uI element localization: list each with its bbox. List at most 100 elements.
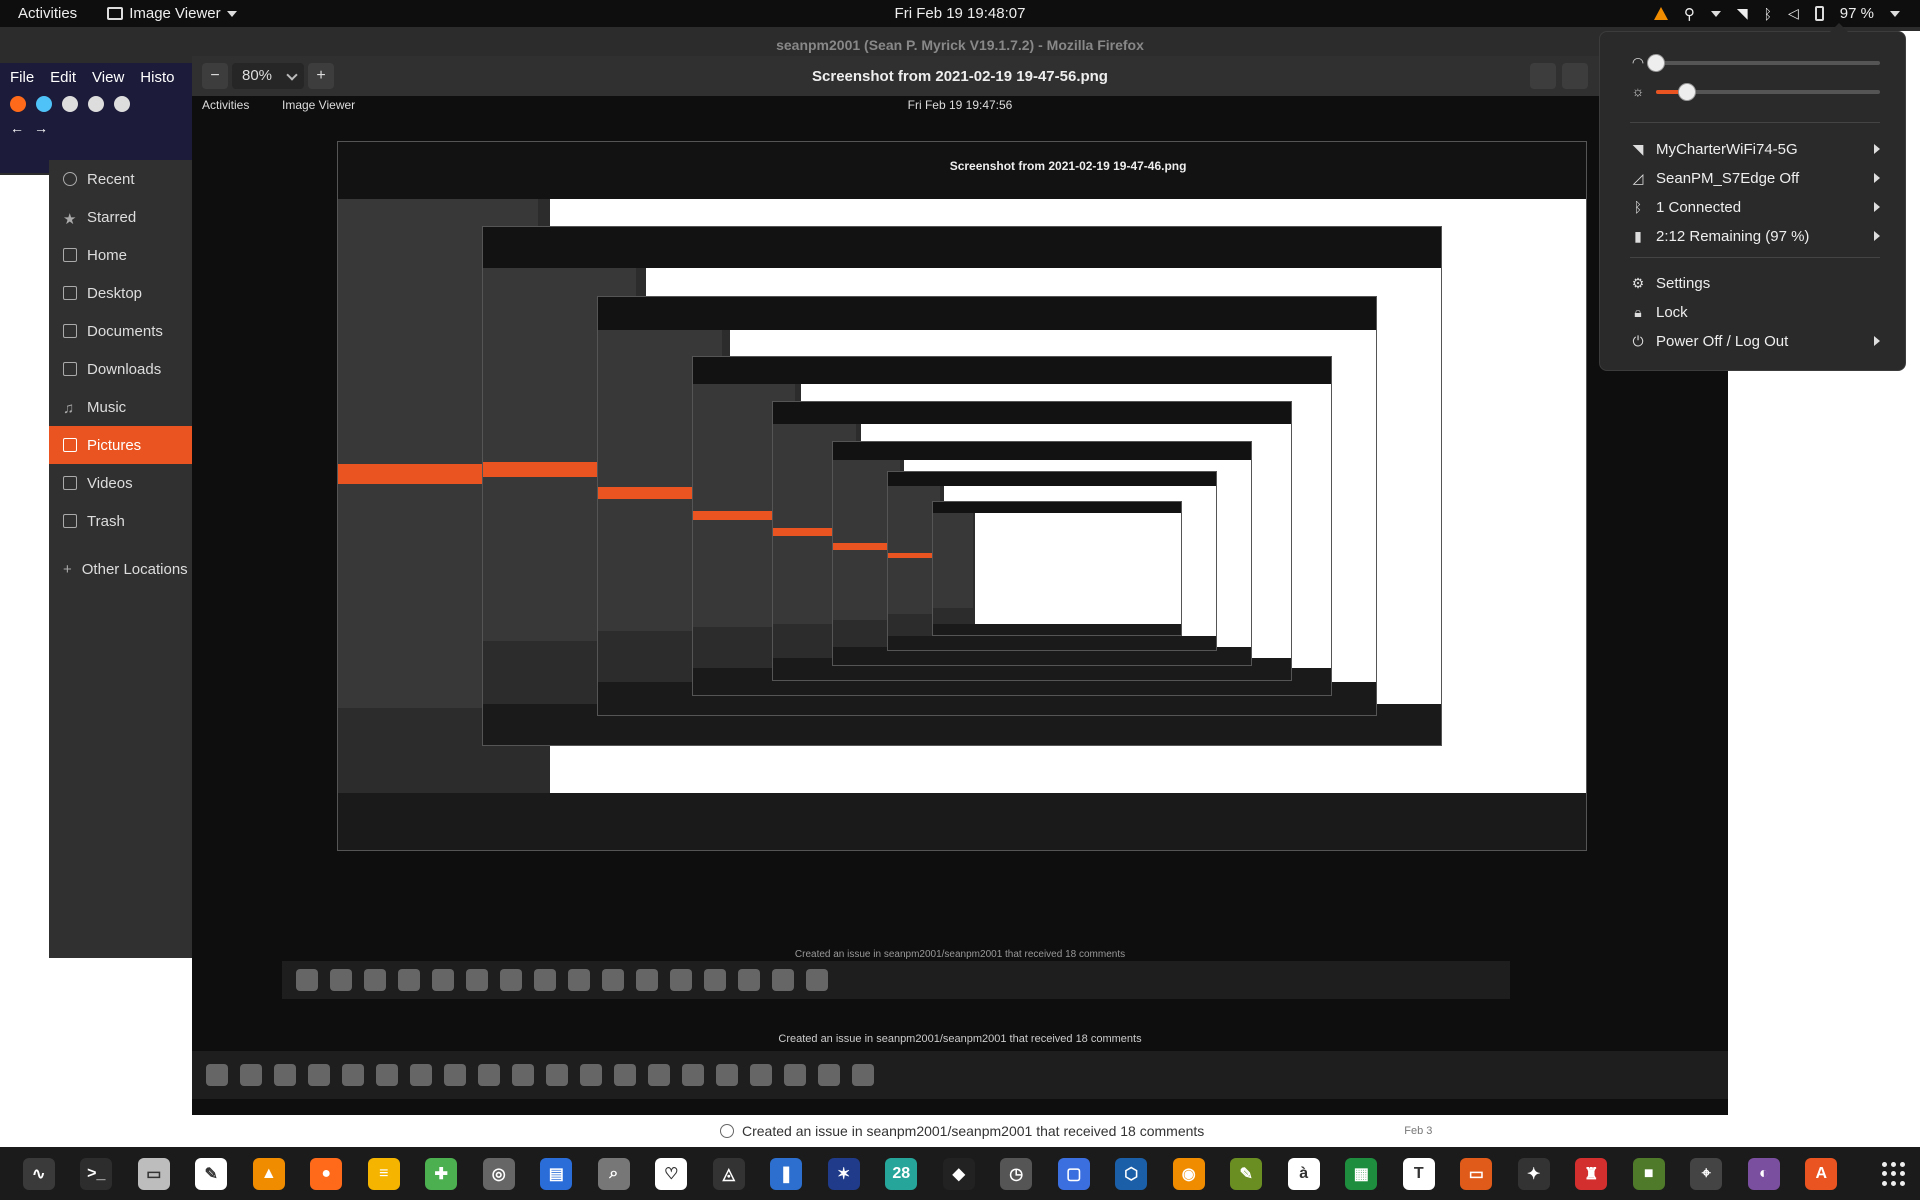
dock-item[interactable]: ♜: [1563, 1147, 1621, 1200]
bluetooth-menu-item[interactable]: ᛒ1 Connected: [1630, 194, 1880, 220]
dock-item[interactable]: ◎: [470, 1147, 528, 1200]
dock-item[interactable]: T: [1390, 1147, 1448, 1200]
dock-item[interactable]: ✶: [815, 1147, 873, 1200]
inkscape-icon: ◬: [712, 1157, 745, 1190]
dock-item[interactable]: ▲: [240, 1147, 298, 1200]
volume-slider[interactable]: ◠: [1630, 52, 1880, 72]
dock-item[interactable]: à: [1275, 1147, 1333, 1200]
wifi-menu-item[interactable]: ◥ MyCharterWiFi74-5G: [1630, 136, 1880, 162]
dock-item[interactable]: ✚: [413, 1147, 471, 1200]
menu-view[interactable]: View: [92, 69, 124, 86]
dock-item[interactable]: ⌖: [1678, 1147, 1736, 1200]
sidebar-item-trash[interactable]: Trash: [49, 502, 199, 540]
dock-item[interactable]: ♡: [643, 1147, 701, 1200]
dock-item[interactable]: ▭: [125, 1147, 183, 1200]
cloud-icon[interactable]: [36, 96, 52, 112]
dock-item[interactable]: ◆: [930, 1147, 988, 1200]
chevron-down-icon[interactable]: [1890, 10, 1900, 17]
sidebar-item-pictures[interactable]: Pictures: [49, 426, 199, 464]
dock-item[interactable]: A: [1793, 1147, 1851, 1200]
gallery-button[interactable]: [1530, 63, 1556, 89]
app-menu[interactable]: Image Viewer: [107, 5, 237, 22]
notification-text[interactable]: Created an issue in seanpm2001/seanpm200…: [742, 1123, 1204, 1139]
bookmark-icon: ❚: [770, 1157, 803, 1190]
clock[interactable]: Fri Feb 19 19:48:07: [0, 5, 1920, 22]
github-icon[interactable]: [114, 96, 130, 112]
zoom-control: − 80% +: [202, 63, 334, 89]
dock-item[interactable]: ◐: [1735, 1147, 1793, 1200]
show-applications-icon[interactable]: [1882, 1162, 1906, 1186]
dock-item[interactable]: ✦: [1505, 1147, 1563, 1200]
menu-button[interactable]: [1562, 63, 1588, 89]
lock-menu-item[interactable]: 🔒︎ Lock: [1630, 299, 1880, 325]
dock-item[interactable]: ✎: [183, 1147, 241, 1200]
spreadsheet-icon: ▦: [1345, 1157, 1378, 1190]
wifi-icon[interactable]: ◥: [1737, 5, 1748, 22]
sidebar-item-music[interactable]: ♫ Music: [49, 388, 199, 426]
virtualbox-icon: ⬡: [1115, 1157, 1148, 1190]
dock-item[interactable]: ⌕: [585, 1147, 643, 1200]
dock-item[interactable]: ∿: [10, 1147, 68, 1200]
image-canvas[interactable]: Activities Image Viewer Fri Feb 19 19:47…: [192, 96, 1728, 1115]
settings-menu-item[interactable]: ⚙ Settings: [1630, 270, 1880, 296]
back-icon[interactable]: ←: [10, 120, 24, 136]
github-icon[interactable]: [62, 96, 78, 112]
power-menu-item[interactable]: ⏻ Power Off / Log Out: [1630, 328, 1880, 354]
sidebar-item-starred[interactable]: ★ Starred: [49, 198, 199, 236]
dock-item[interactable]: ◷: [988, 1147, 1046, 1200]
dock-item[interactable]: ◬: [700, 1147, 758, 1200]
zoom-in-button[interactable]: +: [308, 63, 334, 89]
battery-menu-item[interactable]: ▮ 2:12 Remaining (97 %): [1630, 223, 1880, 249]
chevron-down-icon[interactable]: [1710, 10, 1721, 17]
github-icon[interactable]: [88, 96, 104, 112]
menu-history[interactable]: Histo: [140, 69, 174, 86]
menu-edit[interactable]: Edit: [50, 69, 76, 86]
dock-item[interactable]: ▦: [1333, 1147, 1391, 1200]
sidebar-item-videos[interactable]: Videos: [49, 464, 199, 502]
dock-item[interactable]: 28: [873, 1147, 931, 1200]
sidebar-item-desktop[interactable]: Desktop: [49, 274, 199, 312]
dock-item[interactable]: ●: [298, 1147, 356, 1200]
sidebar-item-downloads[interactable]: Downloads: [49, 350, 199, 388]
github-notification[interactable]: Created an issue in seanpm2001/seanpm200…: [192, 1115, 1728, 1147]
hotspot-menu-item[interactable]: ◿ SeanPM_S7Edge Off: [1630, 165, 1880, 191]
clock-app-icon: ◷: [1000, 1157, 1033, 1190]
dock-item[interactable]: ≡: [355, 1147, 413, 1200]
brightness-slider[interactable]: ☼: [1630, 81, 1880, 101]
separator: [1630, 257, 1880, 258]
file-manager-sidebar: Recent ★ Starred Home Desktop Documents D…: [49, 160, 199, 958]
dock-item[interactable]: ▤: [528, 1147, 586, 1200]
nested-notification: Created an issue in seanpm2001/seanpm200…: [778, 1033, 1142, 1045]
battery-icon[interactable]: [1814, 6, 1824, 21]
sidebar-item-documents[interactable]: Documents: [49, 312, 199, 350]
app-menu-label: Image Viewer: [129, 5, 221, 22]
dock-item[interactable]: >_: [68, 1147, 126, 1200]
forward-icon[interactable]: →: [34, 120, 48, 136]
nested-top-bar: Activities Image Viewer Fri Feb 19 19:47…: [192, 96, 1728, 114]
dock-item[interactable]: ■: [1620, 1147, 1678, 1200]
sidebar-item-other-locations[interactable]: + Other Locations: [49, 550, 199, 588]
accessibility-icon[interactable]: ⚲: [1684, 5, 1695, 23]
dock-item[interactable]: ❚: [758, 1147, 816, 1200]
bluetooth-icon[interactable]: ᛒ: [1764, 6, 1772, 22]
system-tray[interactable]: ⚲ ◥ ᛒ ◁ 97 %: [1653, 0, 1900, 27]
video-icon: [63, 476, 77, 490]
system-monitor-icon: ∿: [22, 1157, 55, 1190]
dock-item[interactable]: ⬡: [1103, 1147, 1161, 1200]
dock-item[interactable]: ◉: [1160, 1147, 1218, 1200]
sidebar-item-recent[interactable]: Recent: [49, 160, 199, 198]
dock-item[interactable]: ▢: [1045, 1147, 1103, 1200]
sidebar-item-home[interactable]: Home: [49, 236, 199, 274]
dock-item[interactable]: ✎: [1218, 1147, 1276, 1200]
zoom-out-button[interactable]: −: [202, 63, 228, 89]
volume-icon[interactable]: ◁: [1788, 5, 1799, 22]
notification-date: Feb 3: [1404, 1125, 1433, 1137]
zoom-level-select[interactable]: 80%: [232, 63, 304, 89]
chevron-right-icon: [1874, 336, 1880, 346]
gimp-icon: ✎: [1230, 1157, 1263, 1190]
dock-item[interactable]: ▭: [1448, 1147, 1506, 1200]
warning-icon[interactable]: [1653, 7, 1668, 20]
activities-button[interactable]: Activities: [18, 5, 77, 22]
firefox-icon[interactable]: [10, 96, 26, 112]
menu-file[interactable]: File: [10, 69, 34, 86]
